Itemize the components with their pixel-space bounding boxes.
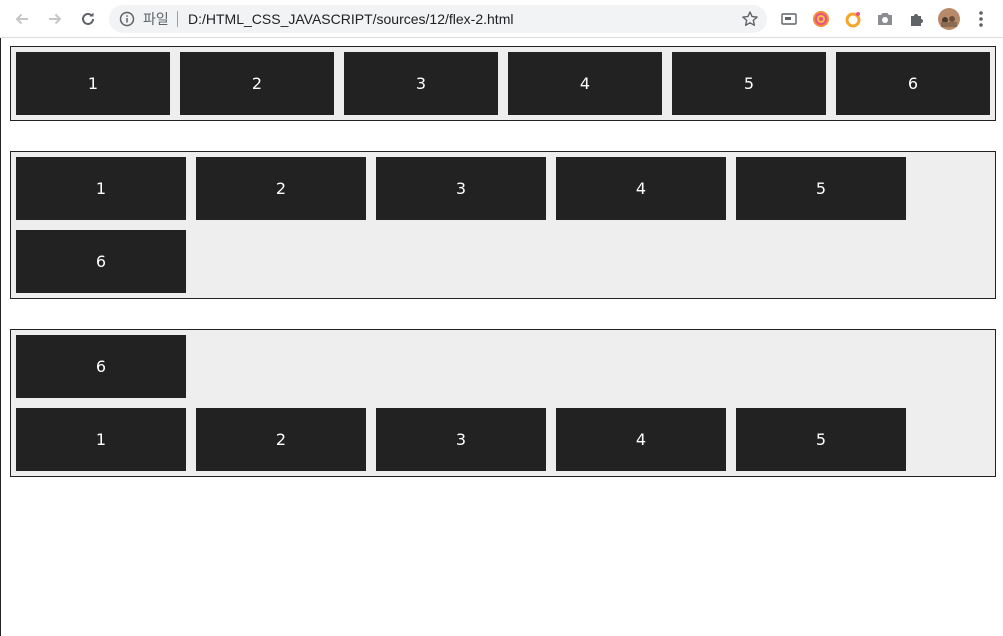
flex-item: 2 [180,52,334,115]
cast-extension[interactable] [779,9,799,29]
flex-item: 5 [736,157,906,220]
flex-item: 4 [508,52,662,115]
ring-extension[interactable] [843,9,863,29]
scheme-label: 파일 [143,11,169,27]
flex-item: 1 [16,157,186,220]
flex-item: 6 [836,52,990,115]
arrow-left-icon [15,13,28,25]
more-vertical-icon [979,11,983,27]
camera-extension[interactable] [875,9,895,29]
profile-avatar[interactable] [937,7,961,31]
menu-button[interactable] [971,9,991,29]
arrow-right-icon [49,13,62,25]
flex-item: 2 [196,157,366,220]
back-button[interactable] [10,7,34,31]
info-icon[interactable] [119,11,135,27]
extensions-button[interactable] [907,9,927,29]
puzzle-icon [911,14,923,26]
avatar-icon [938,8,960,30]
flex-item: 3 [376,408,546,471]
flex-container-wrap-reverse: 6 1 2 3 4 5 [10,329,996,477]
flex-item: 4 [556,408,726,471]
page-content: 1 2 3 4 5 6 1 2 3 4 5 6 6 1 2 3 4 5 [0,38,1003,636]
ring-icon [845,12,861,28]
url-text[interactable]: D:/HTML_CSS_JAVASCRIPT/sources/12/flex-2… [188,10,513,28]
flex-container-wrap: 1 2 3 4 5 6 [10,151,996,299]
browser-toolbar: 파일 D:/HTML_CSS_JAVASCRIPT/sources/12/fle… [0,0,1003,38]
flex-item: 5 [672,52,826,115]
omnibox-separator [177,11,178,27]
forward-button[interactable] [43,7,67,31]
target-extension[interactable] [811,9,831,29]
flex-item: 2 [196,408,366,471]
address-bar[interactable]: 파일 D:/HTML_CSS_JAVASCRIPT/sources/12/fle… [109,5,767,33]
flex-item: 5 [736,408,906,471]
flex-item: 3 [376,157,546,220]
target-icon [813,11,829,27]
media-icon [781,13,797,25]
reload-button[interactable] [76,7,100,31]
flex-item: 3 [344,52,498,115]
reload-icon [82,12,94,25]
flex-item: 4 [556,157,726,220]
camera-icon [878,13,892,25]
flex-item: 6 [16,230,186,293]
flex-item: 6 [16,335,186,398]
flex-item: 1 [16,52,170,115]
flex-item: 1 [16,408,186,471]
star-icon[interactable] [741,10,759,28]
flex-container-nowrap: 1 2 3 4 5 6 [10,46,996,121]
